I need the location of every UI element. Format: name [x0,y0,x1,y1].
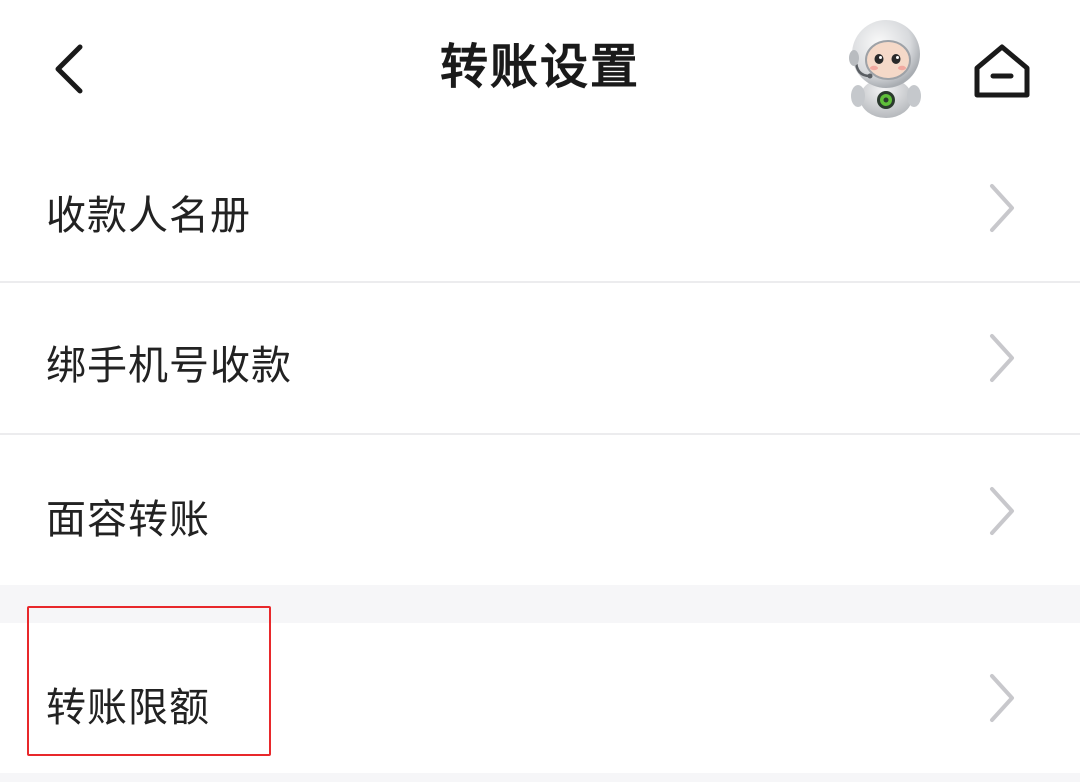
list-item-payee-list[interactable]: 收款人名册 [0,135,1080,281]
chevron-right-icon [990,184,1014,232]
home-icon [974,44,1030,98]
robot-mascot-icon [849,20,921,118]
assistant-button[interactable] [832,14,940,122]
list-item-label: 绑手机号收款 [46,343,292,389]
bottom-separator [0,773,1080,782]
chevron-right-icon [990,334,1014,382]
list-item-transfer-limit[interactable]: 转账限额 [0,623,1080,773]
list-item-phone-collect[interactable]: 绑手机号收款 [0,283,1080,433]
home-button[interactable] [964,38,1040,104]
section-separator [0,585,1080,623]
back-button[interactable] [40,34,100,104]
navigation-bar: 转账设置 [0,0,1080,135]
list-item-label: 转账限额 [46,685,210,731]
list-item-label: 收款人名册 [46,193,251,239]
chevron-left-icon [55,44,83,94]
list-item-label: 面容转账 [46,497,210,543]
transfer-settings-screen: 转账设置 收款人名册 绑手机号收款 面容转账 转账限额 [0,0,1080,782]
chevron-right-icon [990,674,1014,722]
chevron-right-icon [990,487,1014,535]
list-item-face-transfer[interactable]: 面容转账 [0,435,1080,585]
